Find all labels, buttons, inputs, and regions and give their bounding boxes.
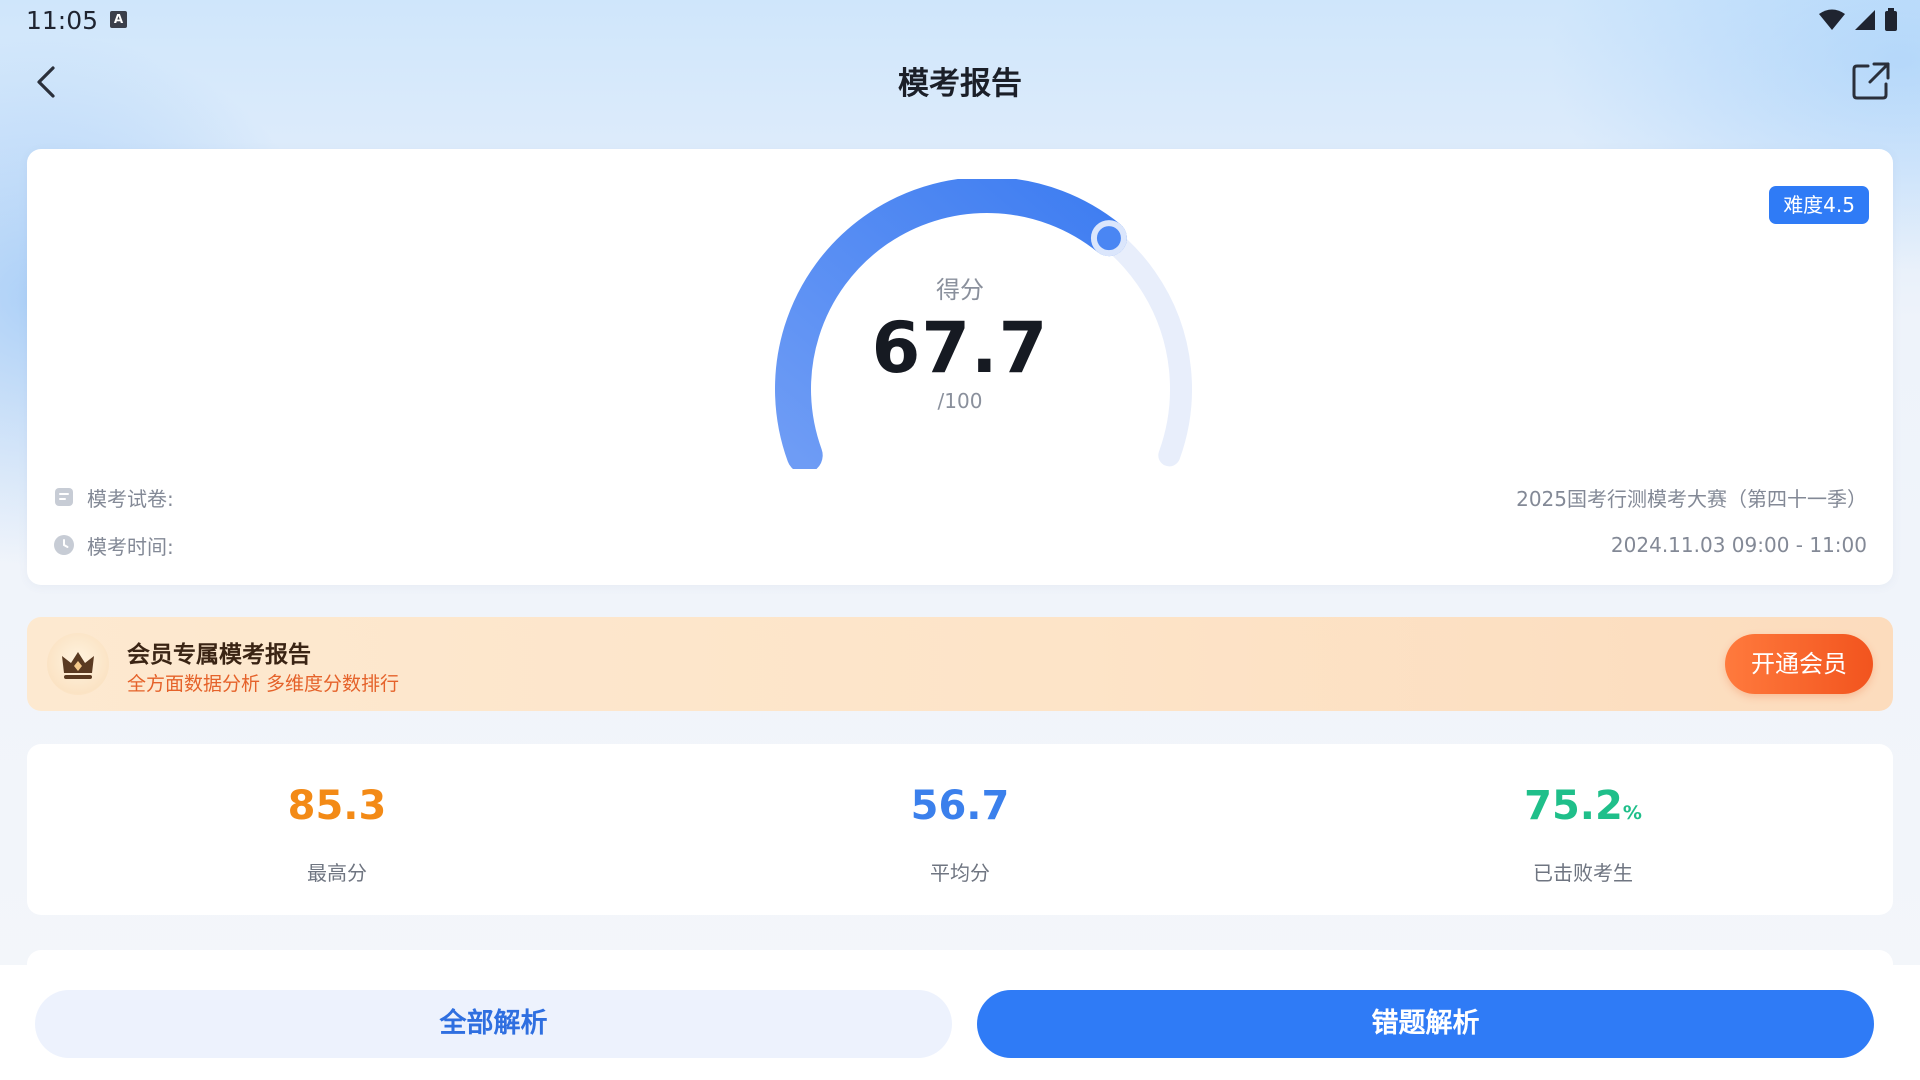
stat-value: 56.7: [910, 783, 1010, 829]
crown-icon: [62, 652, 94, 679]
stat-average-score: 56.7 平均分: [810, 782, 1110, 886]
document-icon: [55, 488, 73, 506]
member-banner[interactable]: 会员专属模考报告 全方面数据分析 多维度分数排行 开通会员: [27, 617, 1893, 711]
exam-paper-row: 模考试卷: 2025国考行测模考大赛（第四十一季）: [53, 481, 1867, 513]
clock-icon: [54, 535, 74, 555]
battery-icon: [1885, 8, 1897, 31]
wifi-icon: [1819, 9, 1845, 30]
difficulty-badge: 难度4.5: [1769, 186, 1869, 224]
exam-paper-label: 模考试卷:: [87, 486, 174, 511]
score-value: 67.7: [871, 307, 1049, 389]
open-membership-button[interactable]: 开通会员: [1725, 634, 1873, 694]
stat-value: 85.3: [287, 783, 387, 829]
share-external-icon: [1852, 62, 1890, 100]
notification-icon: A: [110, 11, 127, 28]
score-total: /100: [937, 389, 983, 413]
score-card: 难度4.5 得分 67.7 /100 模考试卷: 2025国考行测模考大赛（第四…: [27, 149, 1893, 585]
exam-time-value: 2024.11.03 09:00 - 11:00: [1610, 533, 1867, 557]
score-label: 得分: [936, 276, 984, 304]
share-button[interactable]: [1848, 58, 1894, 104]
crown-badge: [47, 633, 109, 695]
member-subtitle: 全方面数据分析 多维度分数排行: [127, 673, 400, 695]
signal-icon: [1855, 10, 1875, 30]
status-time: 11:05: [26, 6, 99, 35]
status-icons: [1818, 8, 1898, 32]
nav-bar: 模考报告: [0, 50, 1920, 112]
stat-beaten-percent: 75.2% 已击败考生: [1433, 782, 1733, 886]
page-title: 模考报告: [898, 66, 1022, 102]
stat-highest-score: 85.3 最高分: [187, 782, 487, 886]
member-title: 会员专属模考报告: [127, 642, 311, 668]
stat-value: 75.2%: [1524, 783, 1642, 829]
status-bar: 11:05 A: [0, 0, 1920, 42]
bottom-action-bar: 全部解析 错题解析: [0, 965, 1920, 1080]
stat-label: 最高分: [307, 861, 367, 885]
stats-card: 85.3 最高分 56.7 平均分 75.2% 已击败考生: [27, 744, 1893, 915]
gauge-knob: [1090, 220, 1127, 257]
stat-label: 已击败考生: [1533, 861, 1633, 885]
wrong-analysis-button[interactable]: 错题解析: [977, 990, 1874, 1058]
all-analysis-button[interactable]: 全部解析: [35, 990, 952, 1058]
exam-paper-value: 2025国考行测模考大赛（第四十一季）: [1516, 486, 1867, 511]
exam-time-label: 模考时间:: [87, 534, 174, 559]
stat-label: 平均分: [930, 861, 990, 885]
exam-time-row: 模考时间: 2024.11.03 09:00 - 11:00: [53, 529, 1867, 561]
